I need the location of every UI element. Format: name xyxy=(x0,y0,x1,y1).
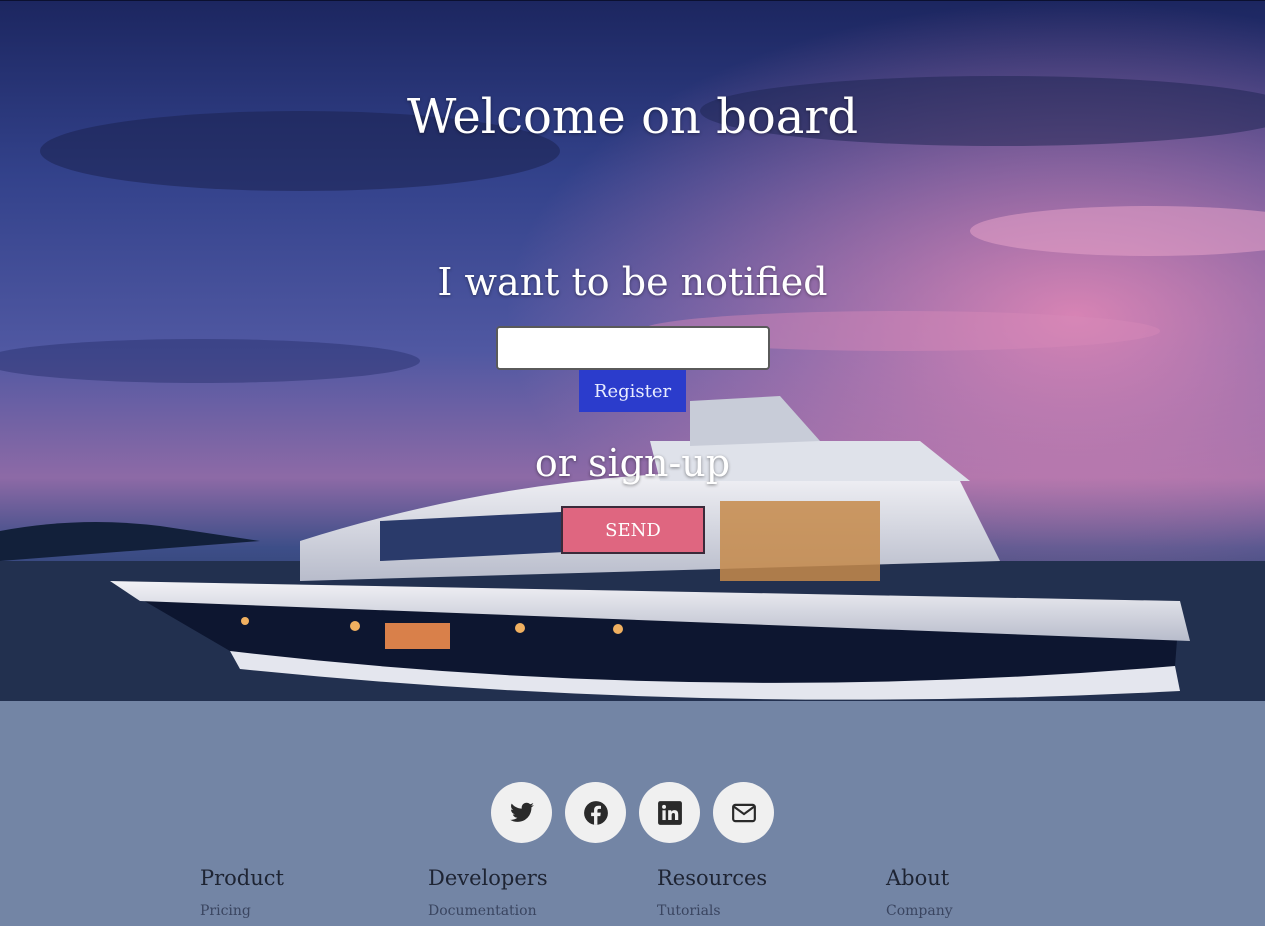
register-button[interactable]: Register xyxy=(579,370,686,412)
page-title: Welcome on board xyxy=(406,89,859,145)
signup-heading: or sign-up xyxy=(534,441,731,485)
footer-columns: Product Pricing Developers Documentation… xyxy=(200,866,1100,926)
facebook-link[interactable] xyxy=(565,782,626,843)
footer-heading: Product xyxy=(200,866,284,890)
social-links xyxy=(0,782,1265,843)
footer-link[interactable]: Company xyxy=(886,903,953,919)
footer: Product Pricing Developers Documentation… xyxy=(0,701,1265,921)
hero-section: Welcome on board I want to be notified R… xyxy=(0,0,1265,701)
footer-link[interactable]: Pricing xyxy=(200,903,284,919)
email-link[interactable] xyxy=(713,782,774,843)
mail-icon xyxy=(731,803,756,822)
footer-heading: About xyxy=(886,866,950,890)
email-input[interactable] xyxy=(496,326,770,370)
notify-heading: I want to be notified xyxy=(437,260,828,304)
footer-link[interactable]: Documentation xyxy=(428,903,548,919)
footer-column-resources: Resources Tutorials xyxy=(657,866,767,919)
send-button[interactable]: SEND xyxy=(561,506,705,554)
footer-heading: Resources xyxy=(657,866,768,890)
footer-column-developers: Developers Documentation xyxy=(428,866,548,919)
linkedin-link[interactable] xyxy=(639,782,700,843)
footer-link[interactable]: Tutorials xyxy=(657,903,767,919)
footer-column-product: Product Pricing xyxy=(200,866,284,919)
twitter-icon xyxy=(509,802,534,822)
twitter-link[interactable] xyxy=(491,782,552,843)
linkedin-icon xyxy=(657,800,682,825)
facebook-icon xyxy=(583,800,608,825)
footer-column-about: About Company xyxy=(886,866,953,919)
footer-heading: Developers xyxy=(428,866,548,890)
